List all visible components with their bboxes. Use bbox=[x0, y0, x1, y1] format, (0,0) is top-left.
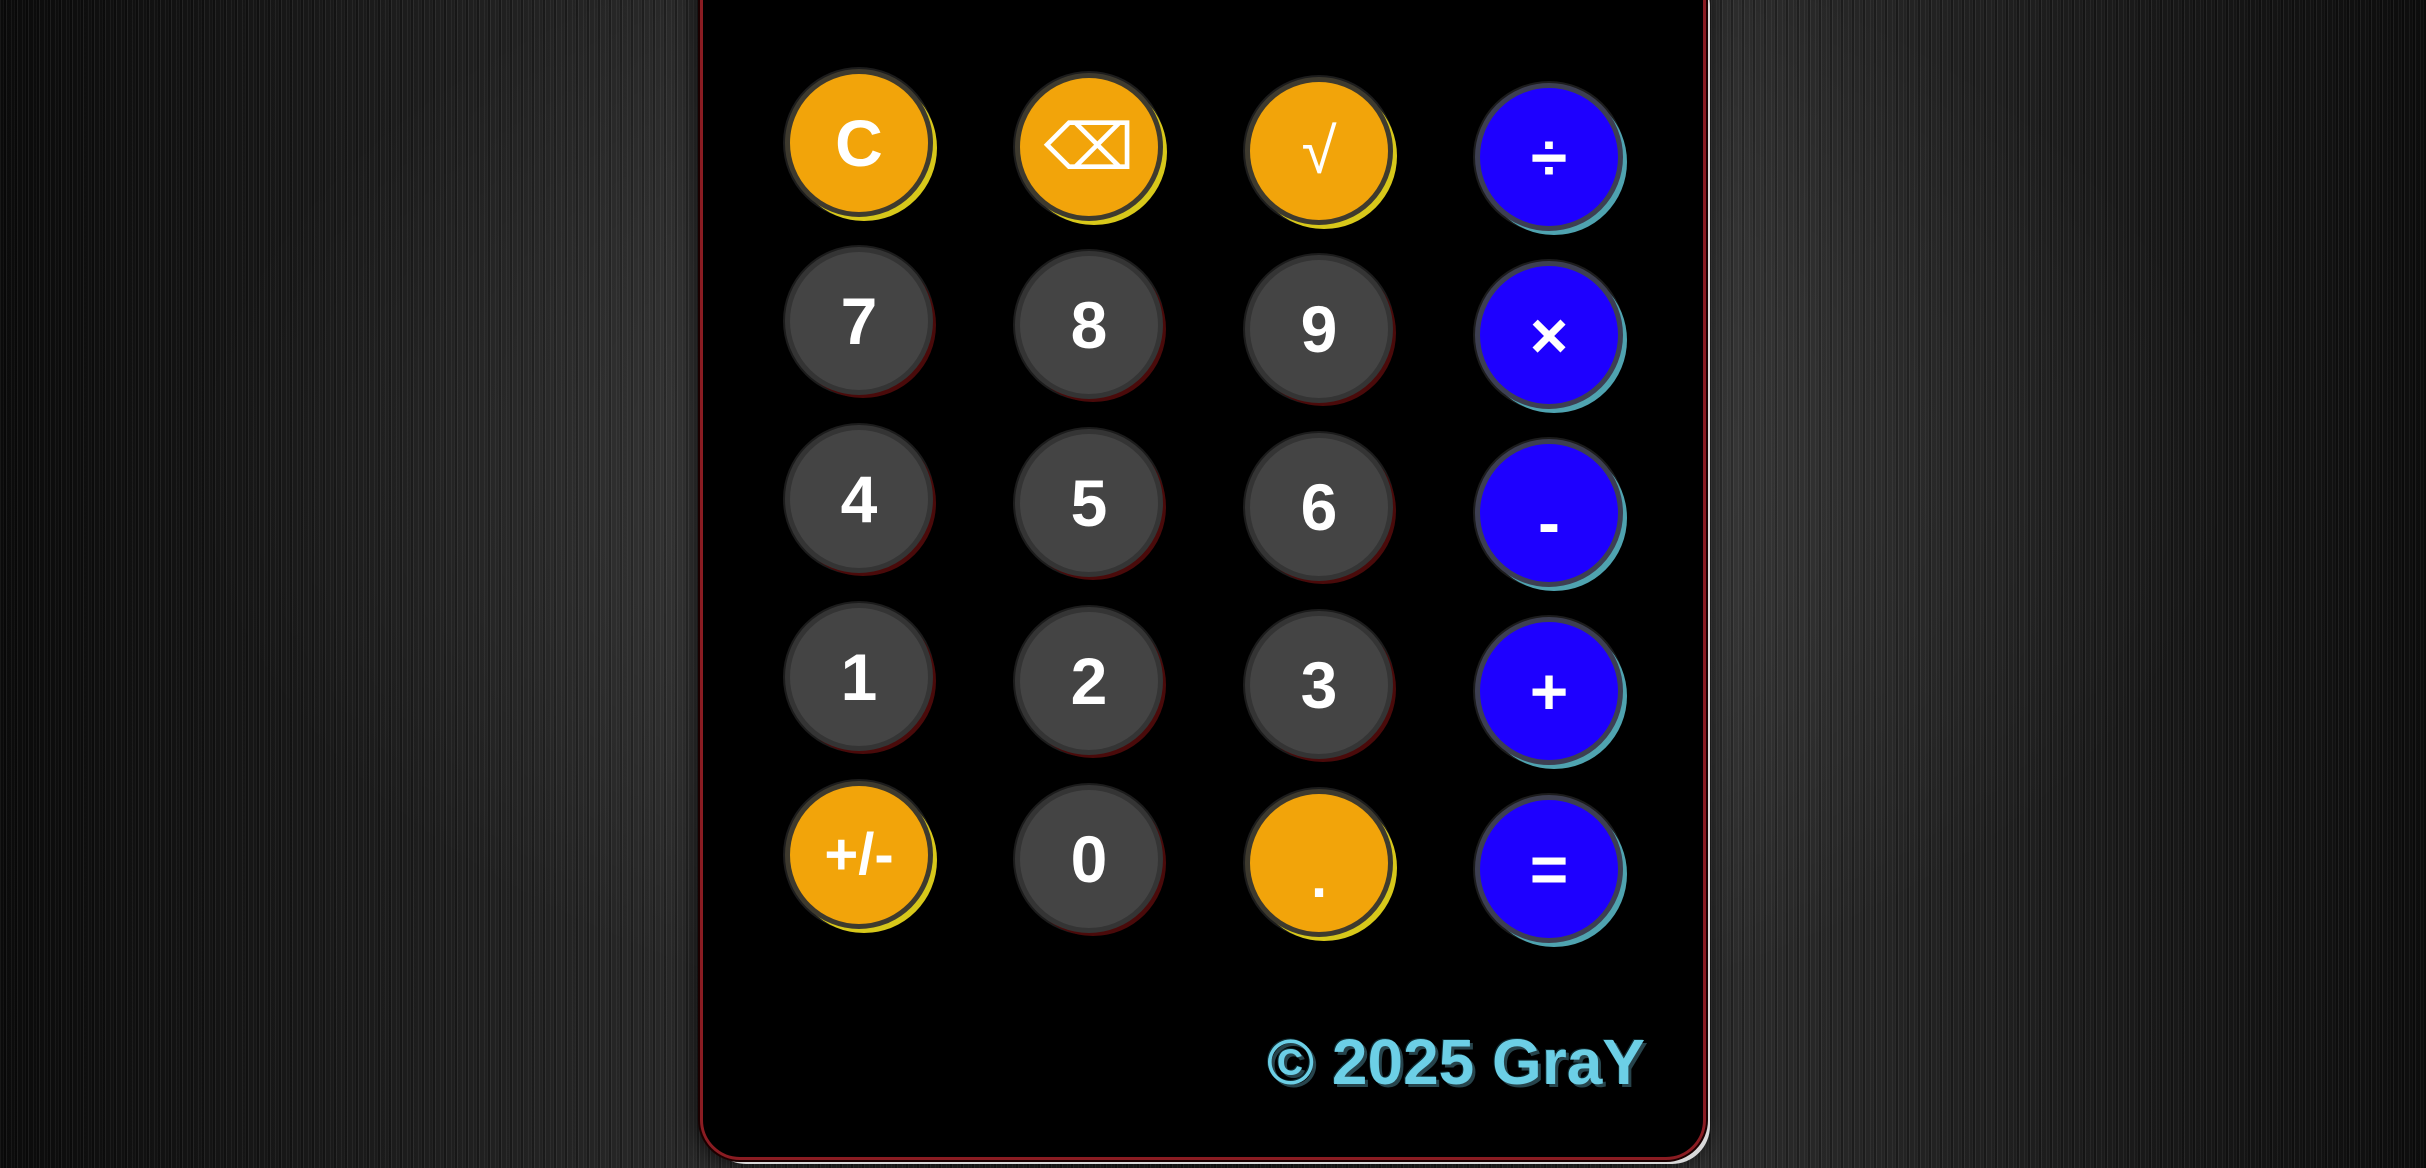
divide-icon: ÷ bbox=[1530, 120, 1568, 194]
digit-0-label: 0 bbox=[1070, 822, 1108, 896]
square-root-button[interactable]: √ bbox=[1245, 77, 1393, 225]
digit-7-label: 7 bbox=[840, 284, 878, 358]
digit-8-button[interactable]: 8 bbox=[1015, 251, 1163, 399]
digit-6-button[interactable]: 6 bbox=[1245, 433, 1393, 581]
digit-5-button[interactable]: 5 bbox=[1015, 429, 1163, 577]
plus-icon: + bbox=[1529, 654, 1569, 728]
digit-5-label: 5 bbox=[1070, 466, 1108, 540]
clear-button[interactable]: C bbox=[785, 69, 933, 217]
toggle-sign-label: +/- bbox=[824, 822, 894, 887]
digit-4-button[interactable]: 4 bbox=[785, 425, 933, 573]
calculator-body: C ⌫ √ ÷ 7 8 9 × 4 5 6 - 1 2 3 + +/- 0 . … bbox=[700, 0, 1706, 1160]
digit-7-button[interactable]: 7 bbox=[785, 247, 933, 395]
keypad: C ⌫ √ ÷ 7 8 9 × 4 5 6 - 1 2 3 + +/- 0 . … bbox=[785, 69, 1623, 959]
digit-0-button[interactable]: 0 bbox=[1015, 785, 1163, 933]
multiply-button[interactable]: × bbox=[1475, 261, 1623, 409]
toggle-sign-button[interactable]: +/- bbox=[785, 781, 933, 929]
digit-9-button[interactable]: 9 bbox=[1245, 255, 1393, 403]
copyright-footer: © 2025 GraY bbox=[1266, 1026, 1645, 1098]
equals-button[interactable]: = bbox=[1475, 795, 1623, 943]
digit-6-label: 6 bbox=[1300, 470, 1338, 544]
minus-icon: - bbox=[1538, 485, 1560, 559]
divide-button[interactable]: ÷ bbox=[1475, 83, 1623, 231]
digit-2-label: 2 bbox=[1070, 644, 1108, 718]
digit-3-button[interactable]: 3 bbox=[1245, 611, 1393, 759]
decimal-point-label: . bbox=[1310, 845, 1328, 910]
digit-2-button[interactable]: 2 bbox=[1015, 607, 1163, 755]
digit-3-label: 3 bbox=[1300, 648, 1338, 722]
backspace-button[interactable]: ⌫ bbox=[1015, 73, 1163, 221]
clear-button-label: C bbox=[835, 106, 883, 180]
digit-4-label: 4 bbox=[840, 462, 878, 536]
digit-1-label: 1 bbox=[840, 640, 878, 714]
add-button[interactable]: + bbox=[1475, 617, 1623, 765]
equals-icon: = bbox=[1529, 832, 1569, 906]
backspace-icon: ⌫ bbox=[1043, 111, 1135, 183]
decimal-point-button[interactable]: . bbox=[1245, 789, 1393, 937]
digit-8-label: 8 bbox=[1070, 288, 1108, 362]
multiply-icon: × bbox=[1529, 298, 1569, 372]
digit-9-label: 9 bbox=[1300, 292, 1338, 366]
subtract-button[interactable]: - bbox=[1475, 439, 1623, 587]
digit-1-button[interactable]: 1 bbox=[785, 603, 933, 751]
square-root-icon: √ bbox=[1301, 115, 1337, 187]
